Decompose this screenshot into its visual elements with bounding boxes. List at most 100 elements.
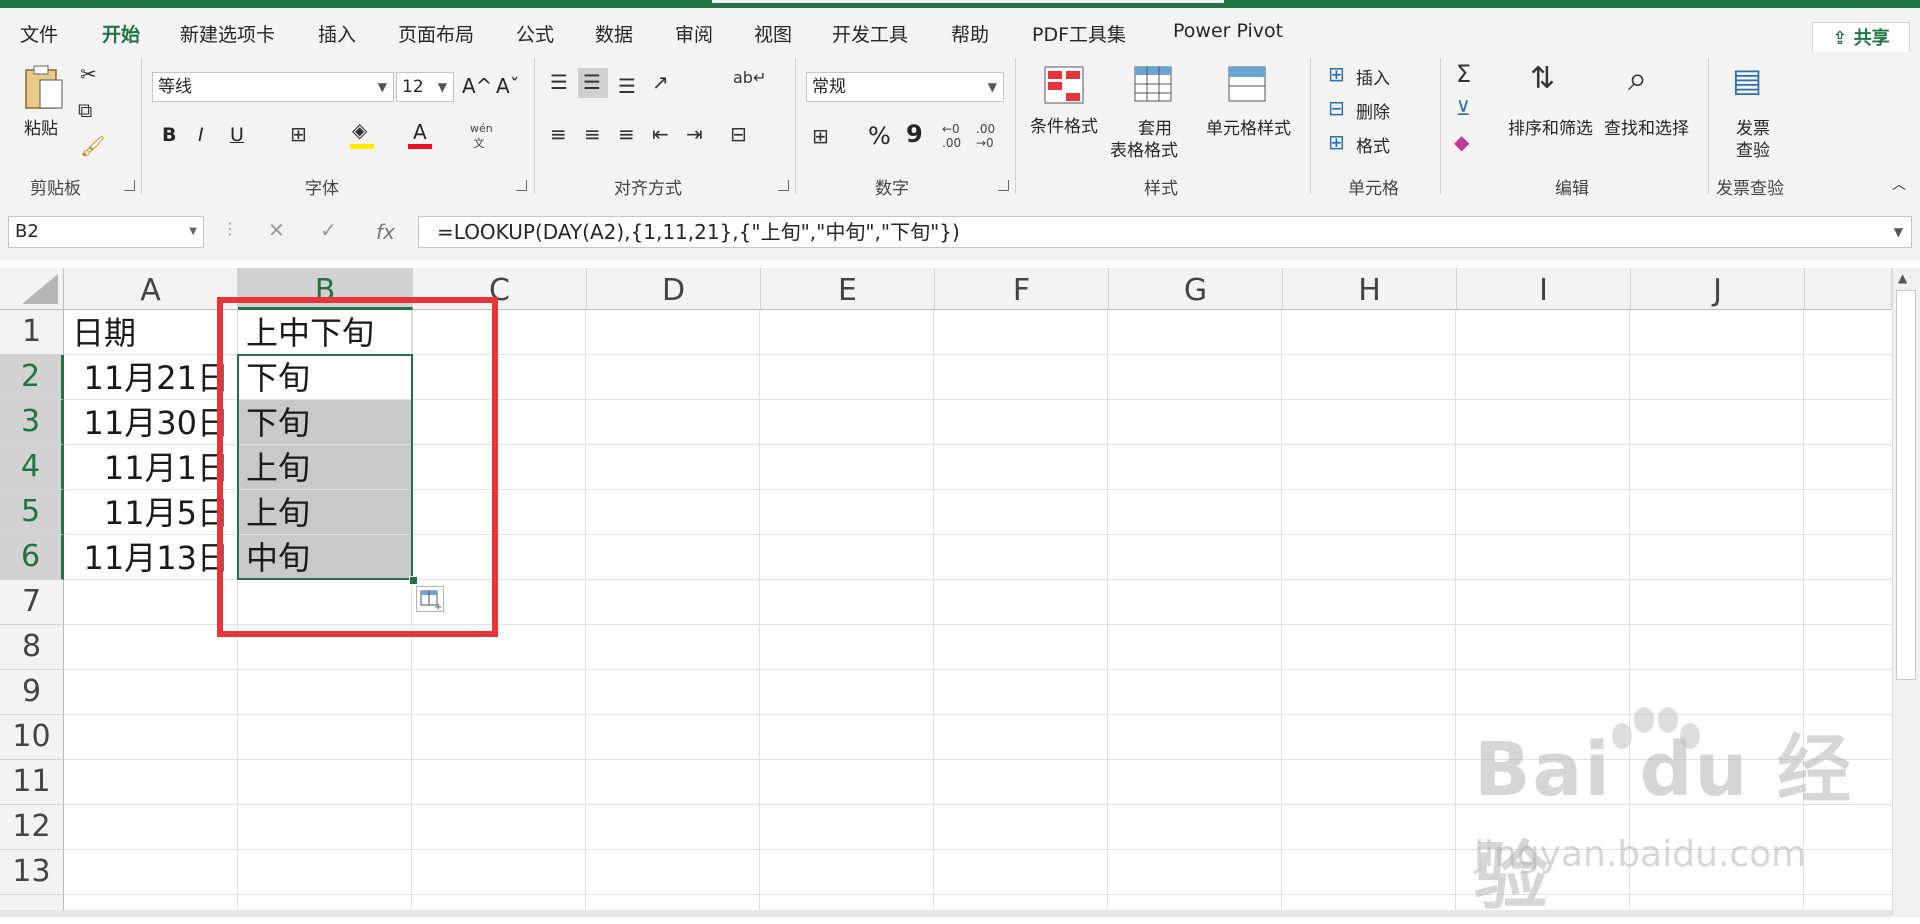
comma-button[interactable]: 9: [906, 120, 923, 148]
row-header-6[interactable]: 6: [0, 535, 64, 580]
table-label-2[interactable]: 表格格式: [1110, 136, 1178, 161]
autosum-icon[interactable]: Σ: [1456, 62, 1471, 86]
row-header-13[interactable]: 13: [0, 850, 64, 895]
scissors-icon[interactable]: ✂: [80, 64, 97, 84]
name-box[interactable]: B2 ▼: [8, 216, 204, 248]
tab-page-layout[interactable]: 页面布局: [398, 20, 474, 47]
sort-filter-icon[interactable]: ⇅: [1530, 64, 1555, 94]
row-header-11[interactable]: 11: [0, 760, 64, 805]
enter-icon[interactable]: ✓: [320, 220, 337, 240]
tab-home[interactable]: 开始: [102, 20, 140, 47]
insert-function-button[interactable]: fx: [376, 220, 395, 244]
invoice-check-icon[interactable]: ▤: [1732, 64, 1762, 96]
row-header-7[interactable]: 7: [0, 580, 64, 625]
align-right-icon[interactable]: ≡: [618, 124, 635, 144]
format-cells-icon[interactable]: ⊞: [1328, 132, 1345, 152]
cell-a6[interactable]: 11月13日: [64, 535, 238, 580]
align-left-icon[interactable]: ≡: [550, 124, 567, 144]
vertical-scroll-thumb[interactable]: [1896, 290, 1916, 680]
font-name-select[interactable]: 等线 ▼: [152, 72, 394, 102]
cell-a3[interactable]: 11月30日: [64, 400, 238, 445]
formula-input[interactable]: =LOOKUP(DAY(A2),{1,11,21},{"上旬","中旬","下旬…: [418, 216, 1912, 248]
delete-cells-label[interactable]: 删除: [1356, 98, 1390, 123]
find-select-label[interactable]: 查找和选择: [1604, 114, 1689, 139]
align-center-icon[interactable]: ≡: [584, 124, 601, 144]
tab-data[interactable]: 数据: [595, 20, 633, 47]
insert-cells-icon[interactable]: ⊞: [1328, 64, 1345, 84]
cancel-icon[interactable]: ✕: [268, 220, 285, 240]
share-button[interactable]: ⇪ 共享: [1812, 22, 1910, 56]
paste-button[interactable]: [22, 64, 66, 112]
merge-center-icon[interactable]: ⊟: [730, 124, 747, 144]
row-header-10[interactable]: 10: [0, 715, 64, 760]
row-header-1[interactable]: 1: [0, 310, 64, 355]
increase-indent-icon[interactable]: ⇥: [686, 124, 703, 144]
orientation-icon[interactable]: ↗: [652, 72, 669, 92]
tab-view[interactable]: 视图: [754, 20, 792, 47]
column-header-d[interactable]: D: [587, 268, 761, 310]
bold-button[interactable]: B: [162, 124, 176, 146]
column-header-f[interactable]: F: [935, 268, 1109, 310]
increase-decimal-icon[interactable]: ←0.00: [942, 122, 961, 150]
copy-icon[interactable]: ⧉: [78, 100, 92, 120]
percent-button[interactable]: %: [868, 122, 891, 150]
font-size-select[interactable]: 12 ▼: [396, 72, 454, 102]
scroll-up-icon[interactable]: ▲: [1898, 272, 1907, 284]
decrease-decimal-icon[interactable]: .00 →0: [976, 122, 995, 150]
sort-filter-label[interactable]: 排序和筛选: [1508, 114, 1593, 139]
fill-icon[interactable]: ⊻: [1456, 98, 1471, 118]
tab-developer[interactable]: 开发工具: [832, 20, 908, 47]
underline-button[interactable]: U: [230, 124, 244, 146]
column-header-g[interactable]: G: [1109, 268, 1283, 310]
insert-cells-label[interactable]: 插入: [1356, 64, 1390, 89]
tab-pdf-tools[interactable]: PDF工具集: [1032, 20, 1126, 47]
fill-color-button[interactable]: ◈: [350, 120, 380, 150]
alignment-launcher-icon[interactable]: [778, 180, 789, 191]
row-header-3[interactable]: 3: [0, 400, 64, 445]
tab-help[interactable]: 帮助: [951, 20, 989, 47]
conditional-format-icon[interactable]: [1044, 66, 1084, 104]
column-header-k[interactable]: [1805, 268, 1892, 310]
align-middle-icon[interactable]: ☰: [583, 72, 601, 92]
conditional-format-label[interactable]: 条件格式: [1030, 112, 1098, 137]
shrink-font-button[interactable]: Aˇ: [496, 74, 520, 98]
font-color-button[interactable]: A: [408, 120, 438, 150]
row-header-12[interactable]: 12: [0, 805, 64, 850]
row-header-5[interactable]: 5: [0, 490, 64, 535]
format-as-table-icon[interactable]: [1134, 66, 1176, 104]
tab-new[interactable]: 新建选项卡: [180, 20, 275, 47]
row-header-9[interactable]: 9: [0, 670, 64, 715]
invoice-label-2[interactable]: 查验: [1736, 136, 1770, 161]
align-bottom-icon[interactable]: ☰: [618, 76, 636, 96]
grow-font-button[interactable]: A^: [462, 74, 492, 98]
cell-a5[interactable]: 11月5日: [64, 490, 238, 535]
font-launcher-icon[interactable]: [516, 180, 527, 191]
tab-review[interactable]: 审阅: [675, 20, 713, 47]
tab-power-pivot[interactable]: Power Pivot: [1173, 20, 1283, 42]
row-header-2[interactable]: 2: [0, 355, 64, 400]
tab-insert[interactable]: 插入: [318, 20, 356, 47]
decrease-indent-icon[interactable]: ⇤: [652, 124, 669, 144]
collapse-ribbon-icon[interactable]: ︿: [1892, 178, 1906, 192]
find-icon[interactable]: ⌕: [1628, 62, 1647, 96]
cell-a2[interactable]: 11月21日: [64, 355, 238, 400]
align-top-icon[interactable]: ☰: [550, 72, 568, 92]
number-format-select[interactable]: 常规 ▼: [806, 72, 1004, 102]
number-launcher-icon[interactable]: [998, 180, 1009, 191]
wrap-text-icon[interactable]: ab↵: [733, 70, 766, 86]
cell-a1[interactable]: 日期: [64, 310, 238, 355]
row-header-4[interactable]: 4: [0, 445, 64, 490]
column-header-j[interactable]: J: [1631, 268, 1805, 310]
more-options-icon[interactable]: ⋮: [222, 221, 238, 237]
currency-icon[interactable]: ⊞: [812, 126, 829, 146]
italic-button[interactable]: I: [198, 124, 204, 146]
tab-formulas[interactable]: 公式: [516, 20, 554, 47]
cell-styles-label[interactable]: 单元格样式: [1206, 114, 1291, 139]
format-painter-icon[interactable]: 🖌: [80, 136, 105, 156]
select-all-button[interactable]: [0, 268, 64, 310]
column-header-a[interactable]: A: [64, 268, 238, 310]
phonetic-icon[interactable]: wén 文: [470, 122, 493, 151]
clear-icon[interactable]: ◆: [1454, 132, 1469, 152]
clipboard-launcher-icon[interactable]: [124, 180, 135, 191]
row-header-8[interactable]: 8: [0, 625, 64, 670]
